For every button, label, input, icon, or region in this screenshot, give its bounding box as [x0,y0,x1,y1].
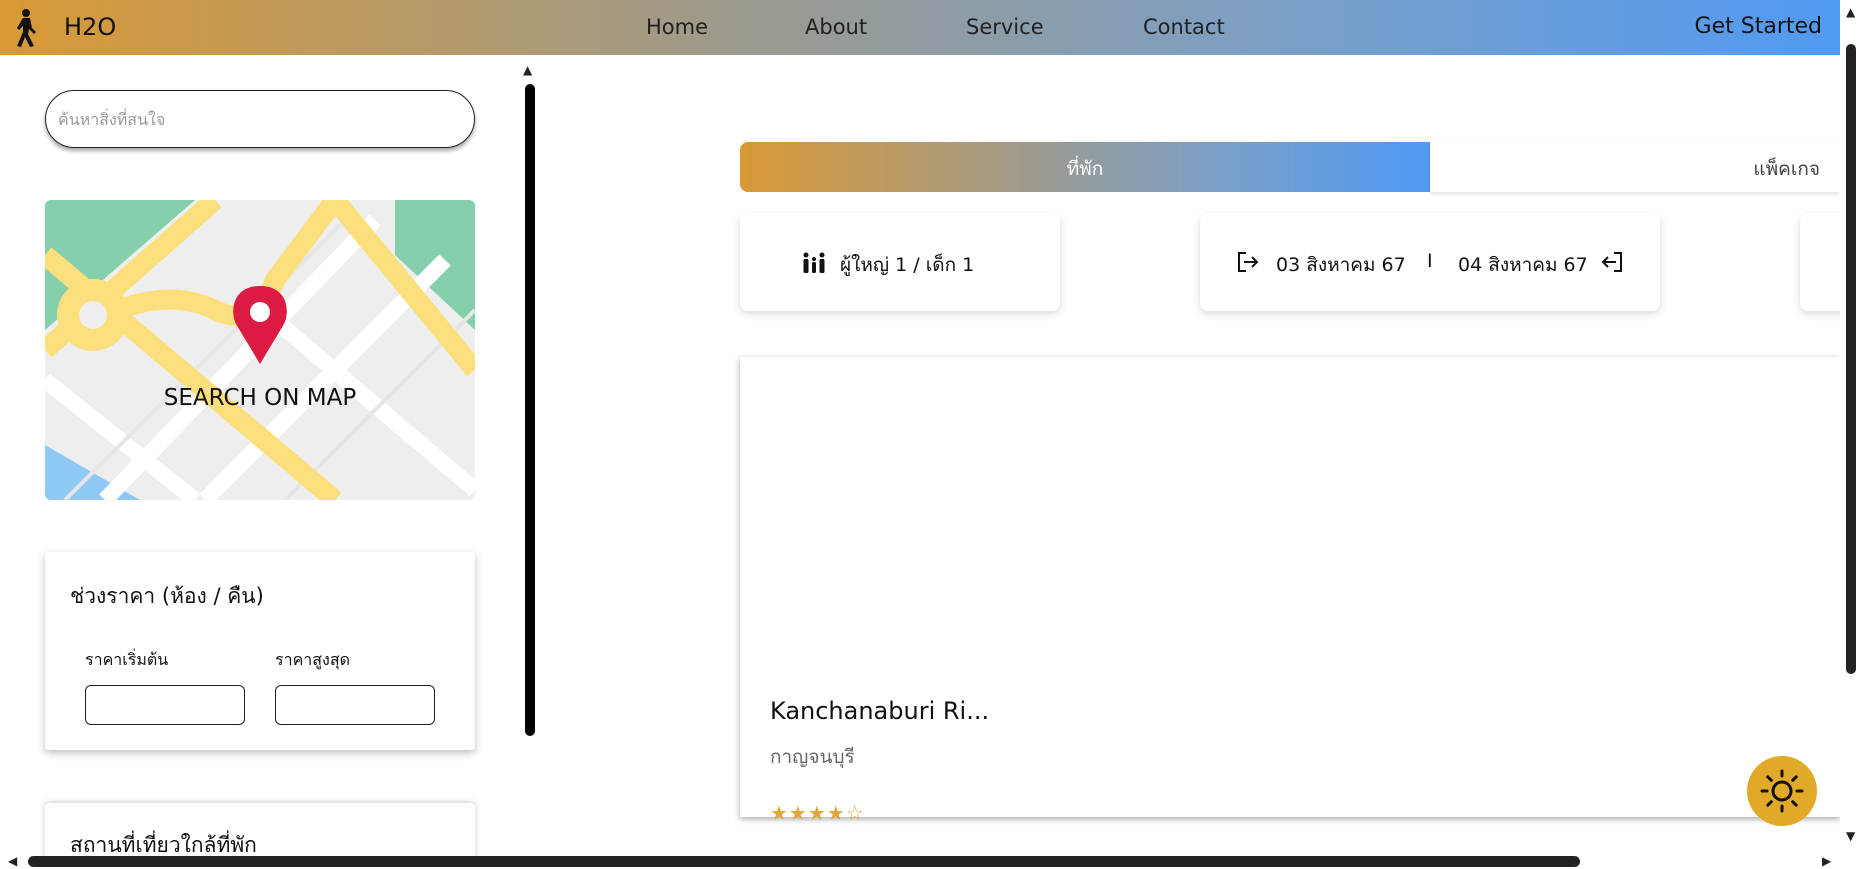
walking-person-icon[interactable] [8,8,42,48]
hotel-rating-stars: ★★★★☆ [770,801,865,825]
date-separator: I [1427,250,1433,272]
horizontal-scrollbar-thumb[interactable] [28,856,1580,867]
search-on-map-label: SEARCH ON MAP [163,385,357,411]
hotel-name[interactable]: Kanchanaburi Ri... [770,697,989,725]
min-price-input[interactable] [85,685,245,725]
nav-contact[interactable]: Contact [1143,15,1225,39]
check-out-date: 04 สิงหาคม 67 [1458,254,1588,276]
tab-package[interactable]: แพ็คเกจ [1430,142,1840,192]
price-range-card: ช่วงราคา (ห้อง / คืน) ราคาเริ่มต้น ราคาส… [45,552,475,750]
guest-count: ผู้ใหญ่ 1 / เด็ก 1 [840,254,975,276]
family-icon [803,252,825,273]
tab-accommodation[interactable]: ที่พัก [740,142,1430,192]
check-in-date: 03 สิงหาคม 67 [1276,254,1406,276]
date-selector[interactable]: 03 สิงหาคม 67 I 04 สิงหาคม 67 [1200,213,1660,311]
check-in-icon [1238,252,1259,272]
nav-about[interactable]: About [805,15,867,39]
hotel-location: กาญจนบุรี [770,746,855,768]
get-started-button[interactable]: Get Started [1695,14,1822,39]
tab-package-label: แพ็คเกจ [1753,158,1820,180]
nav-home[interactable]: Home [646,15,708,39]
theme-toggle-button[interactable] [1747,756,1817,826]
scroll-left-arrow[interactable]: ◀ [8,855,17,867]
price-range-title: ช่วงราคา (ห้อง / คืน) [70,584,264,608]
nearby-attractions-card: สถานที่เที่ยวใกล้ที่พัก [45,803,475,863]
sun-icon [1760,769,1804,813]
sidebar-scroll-up-arrow[interactable]: ▲ [523,64,532,76]
map-illustration [45,200,475,500]
max-price-input[interactable] [275,685,435,725]
min-price-label: ราคาเริ่มต้น [85,650,169,669]
nav-service[interactable]: Service [966,15,1044,39]
scroll-up-arrow[interactable]: ▲ [1846,6,1855,18]
search-on-map-card[interactable]: SEARCH ON MAP [45,200,475,500]
scroll-right-arrow[interactable]: ▶ [1822,855,1831,867]
check-out-icon [1601,252,1622,272]
max-price-label: ราคาสูงสุด [275,650,350,669]
tab-accommodation-label: ที่พัก [1066,158,1104,180]
vertical-scrollbar-thumb[interactable] [1846,44,1856,674]
guest-selector[interactable]: ผู้ใหญ่ 1 / เด็ก 1 [740,213,1060,311]
top-navbar: H2O Home About Service Contact Get Start… [0,0,1860,55]
sidebar-scrollbar-thumb[interactable] [525,84,535,736]
scroll-down-arrow[interactable]: ▼ [1846,830,1855,842]
brand-name[interactable]: H2O [64,13,116,41]
search-input[interactable] [45,90,475,148]
hotel-card[interactable]: Kanchanaburi Ri... กาญจนบุรี ★★★★☆ [740,357,1840,825]
